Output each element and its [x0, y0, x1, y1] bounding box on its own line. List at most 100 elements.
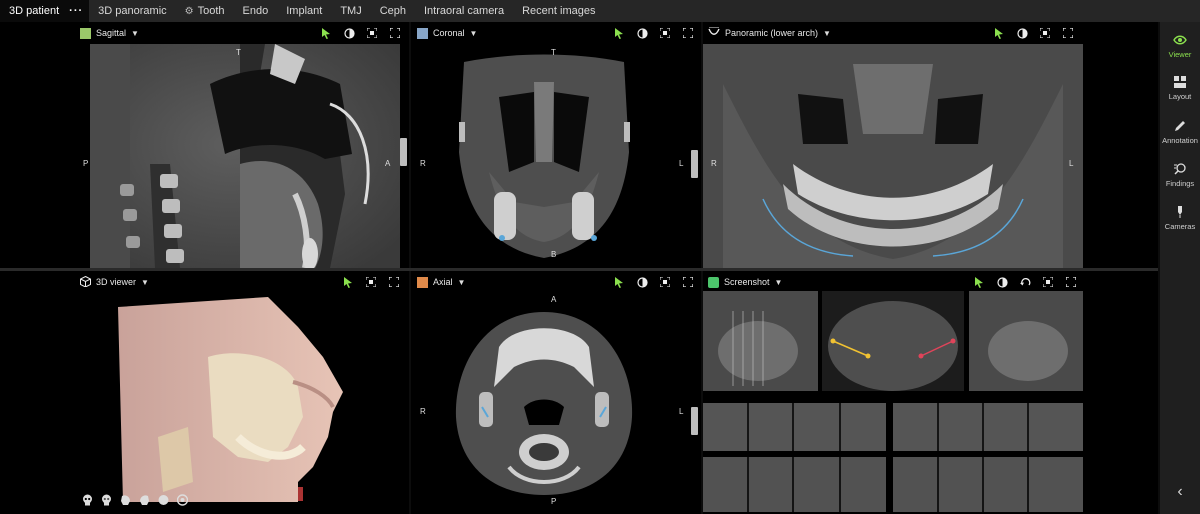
- skull-preset-icon[interactable]: [101, 493, 112, 511]
- tab-label: Recent images: [522, 5, 596, 17]
- collapse-sidebar-button[interactable]: ‹: [1172, 484, 1188, 500]
- fit-icon[interactable]: [659, 27, 671, 39]
- tab-label: 3D patient: [9, 5, 60, 17]
- sidebar-item-cameras[interactable]: Cameras: [1160, 204, 1200, 244]
- skull-side-preset-icon[interactable]: [120, 493, 131, 511]
- panoramic-ct-image: [703, 44, 1083, 268]
- orientation-bottom: P: [551, 497, 557, 506]
- tab-3d-patient[interactable]: 3D patient ···: [0, 0, 90, 22]
- tab-tmj[interactable]: TMJ: [331, 0, 370, 22]
- chevron-down-icon[interactable]: ▼: [775, 278, 783, 287]
- orientation-left: P: [83, 159, 89, 168]
- maximize-icon[interactable]: [1065, 276, 1077, 288]
- fit-icon[interactable]: [659, 276, 671, 288]
- chevron-down-icon[interactable]: ▼: [141, 278, 149, 287]
- tab-intraoral-camera[interactable]: Intraoral camera: [415, 0, 513, 22]
- coronal-pane[interactable]: Coronal ▼ T R L B: [411, 22, 701, 268]
- maximize-icon[interactable]: [1062, 27, 1074, 39]
- maximize-icon[interactable]: [682, 27, 694, 39]
- tab-label: Tooth: [197, 5, 225, 17]
- fit-icon[interactable]: [1042, 276, 1054, 288]
- skull-side-preset-icon[interactable]: [139, 493, 150, 511]
- contrast-icon[interactable]: [636, 27, 648, 39]
- more-options-icon[interactable]: ···: [69, 5, 83, 17]
- tab-tooth[interactable]: ⚙ Tooth: [176, 0, 234, 22]
- maximize-icon[interactable]: [389, 27, 401, 39]
- tab-label: Ceph: [379, 5, 406, 17]
- camera-marker-icon: [1175, 204, 1185, 220]
- sidebar-item-label: Viewer: [1168, 50, 1192, 59]
- pointer-icon[interactable]: [993, 27, 1005, 39]
- pane-title: Panoramic (lower arch): [725, 28, 819, 38]
- fit-icon[interactable]: [366, 27, 378, 39]
- pane-toolbar: [342, 276, 400, 288]
- sidebar-item-layout[interactable]: Layout: [1160, 74, 1200, 114]
- slice-scrollbar[interactable]: [400, 138, 407, 166]
- orientation-top: T: [551, 48, 556, 57]
- skull-preset-icon[interactable]: [158, 493, 169, 511]
- sidebar-item-annotation[interactable]: Annotation: [1160, 118, 1200, 158]
- screenshot-pane[interactable]: Screenshot ▼: [703, 271, 1158, 514]
- chevron-down-icon[interactable]: ▼: [458, 278, 466, 287]
- fit-icon[interactable]: [365, 276, 377, 288]
- sidebar-item-findings[interactable]: Findings: [1160, 161, 1200, 201]
- tab-implant[interactable]: Implant: [277, 0, 331, 22]
- sagittal-pane[interactable]: Sagittal ▼ T P A: [0, 22, 409, 268]
- orientation-top: T: [236, 48, 241, 57]
- tmj-screenshot-montage: [703, 291, 1083, 514]
- 3d-volume-render: [118, 297, 343, 502]
- findings-icon: [1173, 161, 1187, 177]
- right-sidebar: Viewer Layout Annotation Findings Camera…: [1160, 22, 1200, 514]
- tab-label: Intraoral camera: [424, 5, 505, 17]
- pane-title: Sagittal: [96, 28, 127, 38]
- rotate-icon[interactable]: [1019, 276, 1031, 288]
- cube-icon: [80, 275, 91, 289]
- tab-label: Implant: [286, 5, 323, 17]
- fit-icon[interactable]: [1039, 27, 1051, 39]
- pane-title: 3D viewer: [96, 277, 137, 287]
- pane-toolbar: [613, 276, 694, 288]
- orientation-right: A: [385, 159, 391, 168]
- skull-preset-icon[interactable]: [176, 493, 189, 511]
- coronal-color-swatch: [417, 27, 428, 39]
- pane-title: Axial: [433, 277, 453, 287]
- contrast-icon[interactable]: [343, 27, 355, 39]
- contrast-icon[interactable]: [1016, 27, 1028, 39]
- contrast-icon[interactable]: [996, 276, 1008, 288]
- tab-recent-images[interactable]: Recent images: [513, 0, 604, 22]
- orientation-left: R: [711, 159, 717, 168]
- pointer-icon[interactable]: [342, 276, 354, 288]
- pointer-icon[interactable]: [613, 276, 625, 288]
- sidebar-item-label: Annotation: [1162, 136, 1198, 145]
- pane-title: Coronal: [433, 28, 465, 38]
- panoramic-pane[interactable]: Panoramic (lower arch) ▼ R L: [703, 22, 1158, 268]
- 3d-viewer-pane[interactable]: 3D viewer ▼: [0, 271, 409, 514]
- layout-icon: [1174, 74, 1186, 90]
- gear-icon: ⚙: [184, 5, 194, 17]
- sidebar-item-label: Layout: [1168, 92, 1192, 101]
- orientation-left: R: [420, 407, 426, 416]
- sagittal-color-swatch: [80, 27, 91, 39]
- maximize-icon[interactable]: [388, 276, 400, 288]
- orientation-right: L: [679, 407, 684, 416]
- sidebar-item-viewer[interactable]: Viewer: [1160, 32, 1200, 72]
- pointer-icon[interactable]: [613, 27, 625, 39]
- skull-preset-icon[interactable]: [82, 493, 93, 511]
- chevron-down-icon[interactable]: ▼: [131, 29, 139, 38]
- coronal-ct-image: [459, 54, 630, 258]
- pointer-icon[interactable]: [973, 276, 985, 288]
- orientation-left: R: [420, 159, 426, 168]
- pane-toolbar: [320, 27, 401, 39]
- contrast-icon[interactable]: [636, 276, 648, 288]
- pane-toolbar: [613, 27, 694, 39]
- tab-endo[interactable]: Endo: [234, 0, 278, 22]
- tab-3d-panoramic[interactable]: 3D panoramic: [89, 0, 175, 22]
- axial-pane[interactable]: Axial ▼ A R L P: [411, 271, 701, 514]
- slice-scrollbar[interactable]: [691, 407, 698, 435]
- slice-scrollbar[interactable]: [691, 150, 698, 178]
- pointer-icon[interactable]: [320, 27, 332, 39]
- chevron-down-icon[interactable]: ▼: [823, 29, 831, 38]
- maximize-icon[interactable]: [682, 276, 694, 288]
- chevron-down-icon[interactable]: ▼: [470, 29, 478, 38]
- tab-ceph[interactable]: Ceph: [371, 0, 415, 22]
